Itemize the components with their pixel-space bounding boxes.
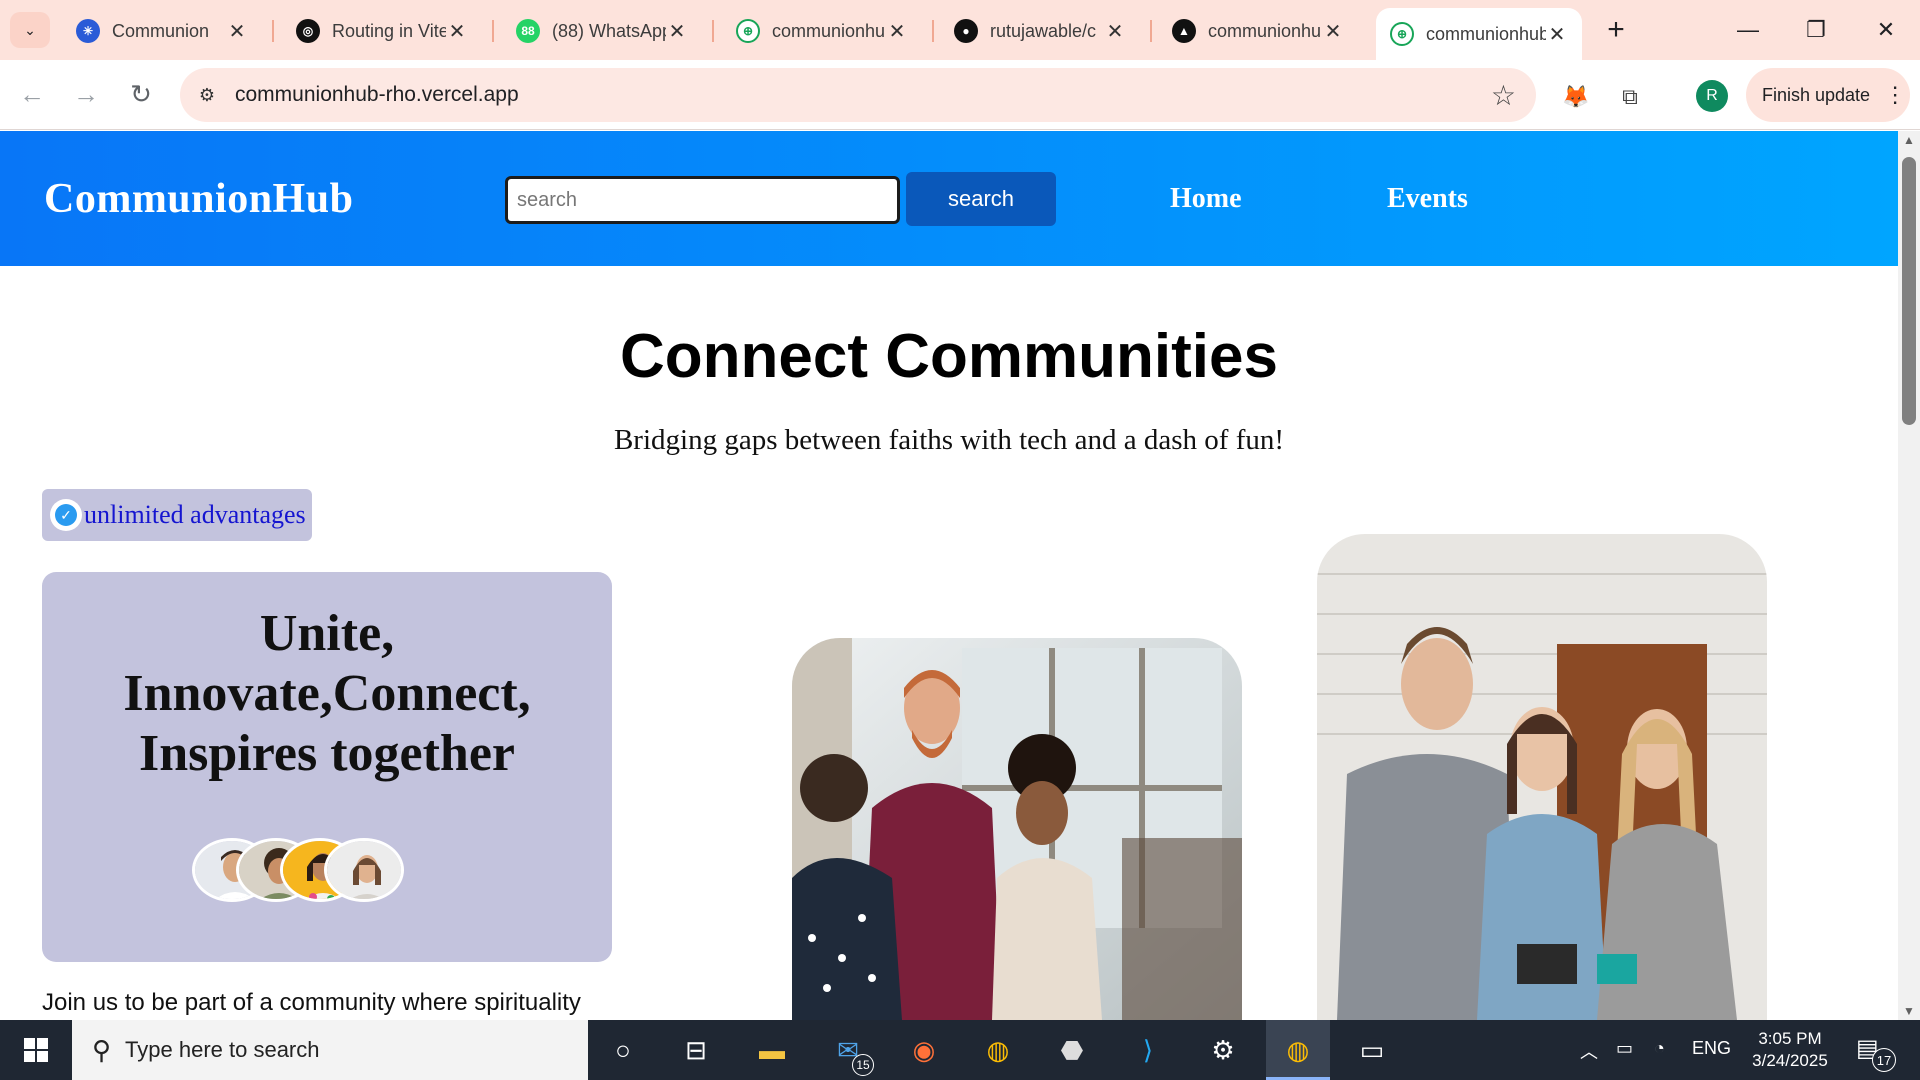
- windows-logo-icon: [24, 1038, 48, 1062]
- notification-center-icon[interactable]: ▤ 17: [1856, 1034, 1896, 1072]
- tab-communionhub-active[interactable]: ⊕ communionhub ✕: [1376, 8, 1582, 60]
- close-window-button[interactable]: ✕: [1856, 4, 1916, 56]
- chrome-active-icon[interactable]: ◍: [1278, 1030, 1318, 1070]
- search-icon: ⚲: [92, 1034, 112, 1065]
- taskbar-search-box[interactable]: ⚲ Type here to search: [72, 1020, 588, 1080]
- scroll-down-arrow-icon[interactable]: ▼: [1902, 1004, 1916, 1018]
- chrome-icon[interactable]: ◍: [978, 1030, 1018, 1070]
- site-search-button[interactable]: search: [906, 172, 1056, 226]
- tab-whatsapp[interactable]: 88 (88) WhatsApp ✕: [502, 8, 702, 54]
- site-header: CommunionHub search Home Events: [0, 131, 1898, 266]
- system-clock[interactable]: 3:05 PM 3/24/2025: [1740, 1028, 1840, 1072]
- tab-search-dropdown-button[interactable]: ⌄: [10, 12, 50, 48]
- close-icon[interactable]: ✕: [1546, 22, 1568, 47]
- verified-check-icon: ✓: [50, 499, 82, 531]
- finish-update-button[interactable]: Finish update ⋮: [1746, 68, 1910, 122]
- advantages-badge: ✓ unlimited advantages: [42, 489, 312, 541]
- vercel-icon: ▲: [1172, 19, 1196, 43]
- tab-vercel[interactable]: ▲ communionhub ✕: [1158, 8, 1358, 54]
- badge-label: unlimited advantages: [84, 500, 306, 529]
- nav-link-home[interactable]: Home: [1170, 183, 1242, 215]
- task-view-icon[interactable]: ⊟: [676, 1030, 716, 1070]
- restore-button[interactable]: ❐: [1786, 4, 1846, 56]
- tab-divider: [712, 20, 714, 42]
- scrollbar-thumb[interactable]: [1902, 157, 1916, 425]
- file-explorer-icon[interactable]: ▬: [752, 1030, 792, 1070]
- close-icon[interactable]: ✕: [446, 19, 468, 44]
- close-icon[interactable]: ✕: [1104, 19, 1126, 44]
- notification-count: 17: [1872, 1048, 1896, 1072]
- close-icon[interactable]: ✕: [1322, 19, 1344, 44]
- tab-divider: [1150, 20, 1152, 42]
- join-text: Join us to be part of a community where …: [42, 989, 581, 1016]
- page-viewport: CommunionHub search Home Events Connect …: [0, 131, 1898, 1020]
- globe-icon: ⊕: [736, 19, 760, 43]
- scroll-up-arrow-icon[interactable]: ▲: [1902, 133, 1916, 147]
- tab-divider: [932, 20, 934, 42]
- avatar: [324, 838, 404, 902]
- mail-badge: 15: [852, 1054, 874, 1076]
- clock-time: 3:05 PM: [1758, 1029, 1822, 1048]
- menu-kebab-icon: ⋮: [1884, 82, 1907, 107]
- group-discussion-photo: [792, 638, 1242, 1020]
- site-info-icon[interactable]: ⚙: [192, 80, 222, 110]
- tab-communion[interactable]: ✳ Communion ✕: [62, 8, 262, 54]
- tagline-card: Unite, Innovate,Connect, Inspires togeth…: [42, 572, 612, 962]
- globe-icon: ⊕: [1390, 22, 1414, 46]
- app-helmet-icon[interactable]: ⬣: [1052, 1030, 1092, 1070]
- close-icon[interactable]: ✕: [886, 19, 908, 44]
- new-tab-button[interactable]: +: [1598, 12, 1634, 48]
- profile-avatar[interactable]: R: [1696, 80, 1728, 112]
- card-title: Unite, Innovate,Connect, Inspires togeth…: [123, 605, 531, 782]
- back-arrow-icon[interactable]: ←: [12, 74, 52, 114]
- language-indicator[interactable]: ENG: [1692, 1038, 1731, 1059]
- tab-communionhub-1[interactable]: ⊕ communionhub ✕: [722, 8, 922, 54]
- minimize-button[interactable]: —: [1718, 4, 1778, 56]
- metamask-fox-icon[interactable]: 🦊: [1561, 82, 1591, 112]
- mail-icon[interactable]: ✉ 15: [828, 1030, 874, 1076]
- github-icon: ●: [954, 19, 978, 43]
- close-icon[interactable]: ✕: [226, 19, 248, 44]
- url-text[interactable]: communionhub-rho.vercel.app: [235, 83, 519, 107]
- bookmark-star-icon[interactable]: ☆: [1491, 79, 1516, 112]
- page-scrollbar[interactable]: ▲ ▼: [1898, 131, 1920, 1020]
- forward-arrow-icon[interactable]: →: [66, 74, 106, 114]
- hero-title: Connect Communities: [620, 322, 1278, 391]
- nav-link-events[interactable]: Events: [1387, 183, 1468, 215]
- cortana-circle-icon[interactable]: ○: [603, 1030, 643, 1070]
- clock-date: 3/24/2025: [1752, 1051, 1828, 1070]
- tab-divider: [272, 20, 274, 42]
- hero-subtitle: Bridging gaps between faiths with tech a…: [613, 424, 1285, 456]
- friends-cafe-photo: [1317, 534, 1767, 1020]
- windows-start-button[interactable]: [0, 1020, 72, 1080]
- tab-github[interactable]: ● rutujawable/c ✕: [940, 8, 1140, 54]
- reload-icon[interactable]: ↻: [121, 74, 161, 114]
- settings-gear-icon[interactable]: ⚙: [1203, 1030, 1243, 1070]
- address-bar[interactable]: ⚙ communionhub-rho.vercel.app ☆: [180, 68, 1536, 122]
- whatsapp-icon: 88: [516, 19, 540, 43]
- browser-tab-strip: ⌄ ✳ Communion ✕ ◎ Routing in Vite ✕ 88 (…: [0, 0, 1920, 60]
- site-brand-logo[interactable]: CommunionHub: [44, 175, 353, 223]
- extensions-puzzle-icon[interactable]: ⧉: [1615, 82, 1645, 112]
- wifi-icon[interactable]: ◔: [1654, 1038, 1665, 1059]
- vscode-icon[interactable]: ⟩: [1128, 1030, 1168, 1070]
- terminal-icon[interactable]: ▭: [1352, 1030, 1392, 1070]
- show-hidden-icons-chevron-icon[interactable]: ︿: [1580, 1038, 1598, 1064]
- battery-icon[interactable]: ▭: [1616, 1038, 1633, 1059]
- browser-toolbar: ← → ↻ ⚙ communionhub-rho.vercel.app ☆ 🦊 …: [0, 60, 1920, 130]
- windows-taskbar: ⚲ Type here to search ○ ⊟ ▬ ✉ 15 ◉ ◍ ⬣ ⟩…: [0, 1020, 1920, 1080]
- site-search-input[interactable]: [505, 176, 900, 224]
- chatgpt-icon: ◎: [296, 19, 320, 43]
- firefox-icon[interactable]: ◉: [904, 1030, 944, 1070]
- close-icon[interactable]: ✕: [666, 19, 688, 44]
- tab-routing-in-vite[interactable]: ◎ Routing in Vite ✕: [282, 8, 482, 54]
- tab-divider: [492, 20, 494, 42]
- communion-logo-icon: ✳: [76, 19, 100, 43]
